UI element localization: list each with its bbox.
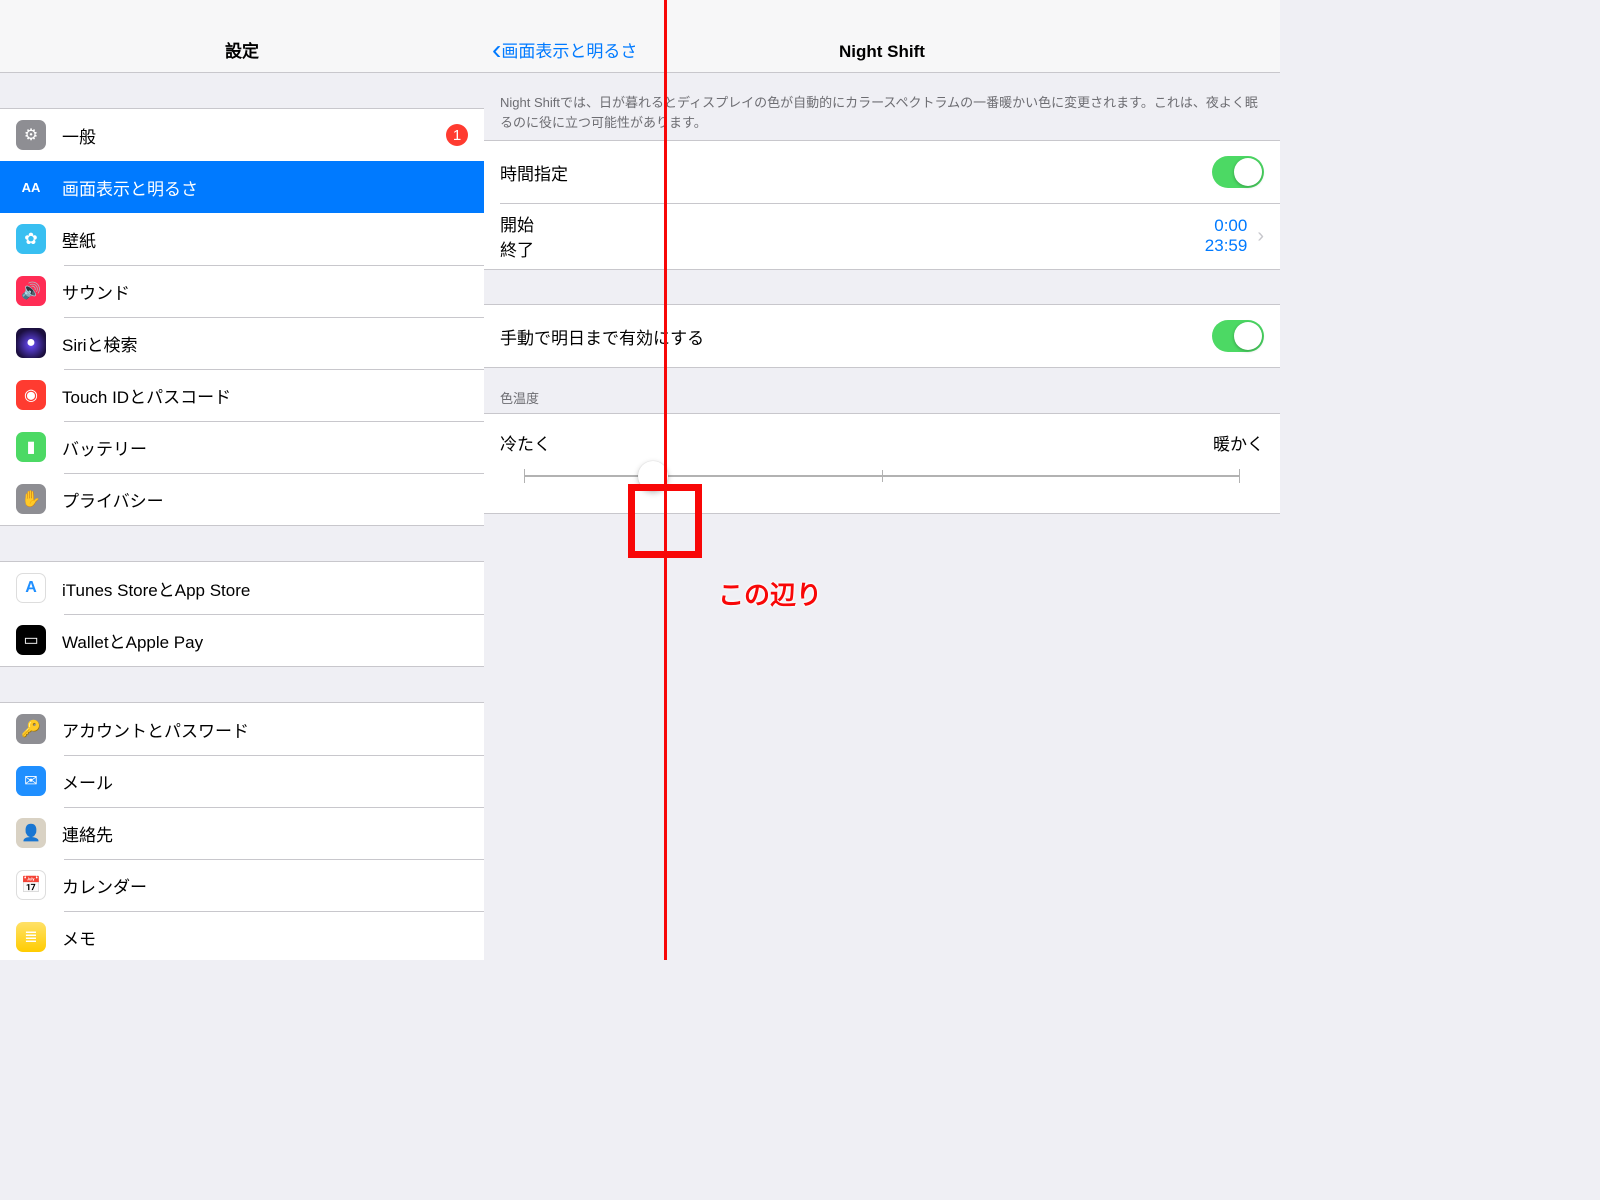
detail-navbar: ‹ 画面表示と明るさ Night Shift: [484, 0, 1280, 73]
sidebar-item-sound[interactable]: 🔊 サウンド: [0, 265, 484, 317]
accounts-icon: 🔑: [16, 714, 46, 744]
back-label: 画面表示と明るさ: [501, 37, 637, 62]
sidebar-item-privacy[interactable]: ✋ プライバシー: [0, 473, 484, 525]
warm-label: 暖かく: [1213, 430, 1264, 455]
sound-icon: 🔊: [16, 276, 46, 306]
battery-icon: ▮: [16, 432, 46, 462]
touchid-icon: ◉: [16, 380, 46, 410]
annotation-vertical-line: [664, 0, 667, 960]
sidebar-item-label: バッテリー: [62, 435, 147, 460]
scheduled-toggle[interactable]: [1212, 156, 1264, 188]
manual-label: 手動で明日まで有効にする: [500, 324, 704, 349]
sidebar-item-touchid[interactable]: ◉ Touch IDとパスコード: [0, 369, 484, 421]
general-icon: ⚙: [16, 120, 46, 150]
sidebar-item-label: アカウントとパスワード: [62, 717, 249, 742]
sidebar-item-label: 壁紙: [62, 227, 96, 252]
manual-toggle[interactable]: [1212, 320, 1264, 352]
scheduled-label: 時間指定: [500, 160, 568, 185]
wallet-icon: ▭: [16, 625, 46, 655]
notes-icon: ≣: [16, 922, 46, 952]
annotation-text: この辺り: [718, 575, 822, 612]
wallpaper-icon: ✿: [16, 224, 46, 254]
contacts-icon: 👤: [16, 818, 46, 848]
calendar-icon: 📅: [16, 870, 46, 900]
back-button[interactable]: ‹ 画面表示と明るさ: [492, 37, 637, 62]
sidebar-item-battery[interactable]: ▮ バッテリー: [0, 421, 484, 473]
cold-label: 冷たく: [500, 430, 551, 455]
schedule-group: 時間指定 開始 終了 0:00 23:59 ›: [484, 140, 1280, 270]
sidebar-item-label: 連絡先: [62, 821, 113, 846]
sidebar-item-label: iTunes StoreとApp Store: [62, 576, 250, 601]
sidebar-item-mail[interactable]: ✉ メール: [0, 755, 484, 807]
sidebar-navbar: 設定: [0, 0, 484, 73]
itunes-icon: A: [16, 573, 46, 603]
sidebar-item-accounts[interactable]: 🔑 アカウントとパスワード: [0, 703, 484, 755]
sidebar-item-label: Touch IDとパスコード: [62, 383, 231, 408]
start-label: 開始: [500, 211, 534, 236]
temperature-group: 冷たく 暖かく: [484, 413, 1280, 514]
sidebar-item-wallpaper[interactable]: ✿ 壁紙: [0, 213, 484, 265]
sidebar-item-label: 一般: [62, 123, 96, 148]
settings-sidebar: 設定 ⚙ 一般 1 AA 画面表示と明るさ ✿ 壁紙 🔊 サウンド ● Siriと検索 ◉ Touch …: [0, 0, 485, 960]
sidebar-item-wallet[interactable]: ▭ WalletとApple Pay: [0, 614, 484, 666]
sidebar-item-label: プライバシー: [62, 487, 164, 512]
privacy-icon: ✋: [16, 484, 46, 514]
sidebar-item-calendar[interactable]: 📅 カレンダー: [0, 859, 484, 911]
sidebar-item-label: カレンダー: [62, 873, 147, 898]
chevron-left-icon: ‹: [492, 41, 501, 58]
siri-icon: ●: [16, 328, 46, 358]
sidebar-item-label: メモ: [62, 925, 96, 950]
sidebar-item-notes[interactable]: ≣ メモ: [0, 911, 484, 960]
start-value: 0:00: [1205, 216, 1248, 236]
sidebar-item-label: サウンド: [62, 279, 130, 304]
sidebar-title: 設定: [225, 37, 259, 62]
sidebar-item-display[interactable]: AA 画面表示と明るさ: [0, 161, 484, 213]
sidebar-item-label: Siriと検索: [62, 331, 138, 356]
sidebar-item-itunes[interactable]: AiTunes StoreとApp Store: [0, 562, 484, 614]
mail-icon: ✉: [16, 766, 46, 796]
schedule-time-cell[interactable]: 開始 終了 0:00 23:59 ›: [484, 203, 1280, 269]
night-shift-description: Night Shiftでは、日が暮れるとディスプレイの色が自動的にカラースペクト…: [484, 73, 1280, 140]
sidebar-item-contacts[interactable]: 👤 連絡先: [0, 807, 484, 859]
temperature-slider[interactable]: [524, 475, 1240, 477]
temperature-slider-cell: 冷たく 暖かく: [484, 414, 1280, 513]
manual-cell[interactable]: 手動で明日まで有効にする: [484, 305, 1280, 367]
end-value: 23:59: [1205, 236, 1248, 256]
sidebar-item-label: メール: [62, 769, 113, 794]
sidebar-item-general[interactable]: ⚙ 一般 1: [0, 109, 484, 161]
badge: 1: [446, 124, 468, 146]
annotation-highlight-box: [628, 484, 702, 558]
end-label: 終了: [500, 236, 534, 261]
sidebar-item-label: WalletとApple Pay: [62, 628, 203, 653]
chevron-right-icon: ›: [1257, 225, 1264, 248]
temperature-header: 色温度: [484, 368, 1280, 413]
scheduled-cell[interactable]: 時間指定: [484, 141, 1280, 203]
sidebar-item-siri[interactable]: ● Siriと検索: [0, 317, 484, 369]
manual-group: 手動で明日まで有効にする: [484, 304, 1280, 368]
display-icon: AA: [16, 172, 46, 202]
detail-pane: ‹ 画面表示と明るさ Night Shift Night Shiftでは、日が暮…: [484, 0, 1280, 960]
detail-title: Night Shift: [839, 42, 925, 62]
sidebar-item-label: 画面表示と明るさ: [62, 175, 198, 200]
